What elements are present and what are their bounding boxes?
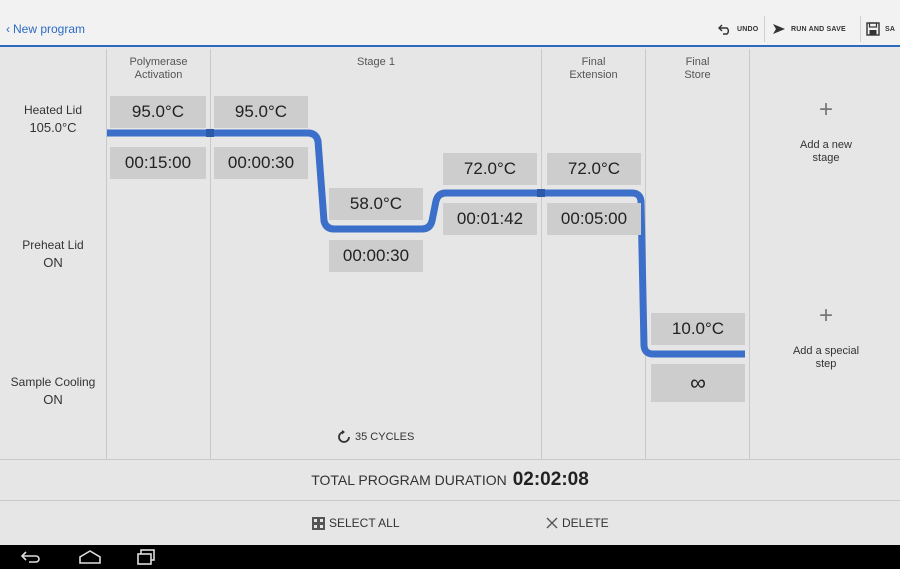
delete-button[interactable]: DELETE: [546, 516, 609, 530]
add-stage-button[interactable]: + Add a new stage: [752, 97, 900, 165]
add-stage-label: Add a new stage: [800, 139, 852, 164]
divider: [764, 16, 765, 42]
system-navigation-bar: [0, 545, 900, 569]
cycles-label: 35 CYCLES: [355, 431, 415, 443]
repeat-icon: [338, 430, 350, 443]
run-and-save-label: RUN AND SAVE: [791, 25, 846, 33]
plus-icon: +: [818, 96, 833, 123]
step-1-temperature[interactable]: 95.0°C: [110, 96, 206, 128]
step-4-temperature[interactable]: 72.0°C: [443, 153, 537, 185]
back-button[interactable]: ‹ New program: [6, 22, 85, 36]
undo-icon: [718, 24, 729, 35]
total-duration-label: TOTAL PROGRAM DURATION: [311, 472, 507, 488]
add-special-step-label: Add a special step: [792, 345, 860, 370]
back-label: New program: [13, 22, 86, 36]
step-1-duration[interactable]: 00:15:00: [110, 147, 206, 179]
recent-apps-nav-icon[interactable]: [136, 549, 156, 565]
divider: [860, 16, 861, 42]
step-4-duration[interactable]: 00:01:42: [443, 203, 537, 235]
action-bar: ‹ New program UNDO RUN AND SAVE SA: [0, 0, 900, 47]
save-label: SA: [885, 25, 896, 33]
chevron-left-icon: ‹: [6, 22, 10, 36]
step-3-duration[interactable]: 00:00:30: [329, 240, 423, 272]
play-icon: [773, 24, 785, 34]
save-button[interactable]: SA: [866, 14, 895, 44]
total-duration-value: 02:02:08: [512, 469, 589, 490]
cycles-control[interactable]: 35 CYCLES: [337, 430, 414, 444]
undo-label: UNDO: [737, 25, 759, 33]
step-6-duration[interactable]: ∞: [651, 364, 745, 402]
floppy-disk-icon: [866, 22, 880, 36]
delete-label: DELETE: [562, 516, 609, 530]
close-icon: [546, 517, 558, 529]
plus-icon: +: [818, 302, 833, 329]
home-nav-icon[interactable]: [78, 549, 102, 565]
step-2-temperature[interactable]: 95.0°C: [214, 96, 308, 128]
select-all-button[interactable]: SELECT ALL: [312, 516, 400, 530]
select-all-label: SELECT ALL: [329, 516, 400, 530]
undo-button[interactable]: UNDO: [718, 14, 758, 44]
run-and-save-button[interactable]: RUN AND SAVE: [772, 14, 846, 44]
step-3-temperature[interactable]: 58.0°C: [329, 188, 423, 220]
select-all-icon: [312, 516, 325, 530]
step-5-duration[interactable]: 00:05:00: [547, 203, 641, 235]
step-2-duration[interactable]: 00:00:30: [214, 147, 308, 179]
bottom-action-row: SELECT ALL DELETE: [0, 502, 900, 545]
add-special-step-button[interactable]: + Add a special step: [752, 303, 900, 371]
total-duration-bar: TOTAL PROGRAM DURATION 02:02:08: [0, 459, 900, 501]
back-nav-icon[interactable]: [20, 549, 42, 565]
program-editor: Polymerase Activation Stage 1 Final Exte…: [0, 49, 900, 459]
step-6-temperature[interactable]: 10.0°C: [651, 313, 745, 345]
step-5-temperature[interactable]: 72.0°C: [547, 153, 641, 185]
